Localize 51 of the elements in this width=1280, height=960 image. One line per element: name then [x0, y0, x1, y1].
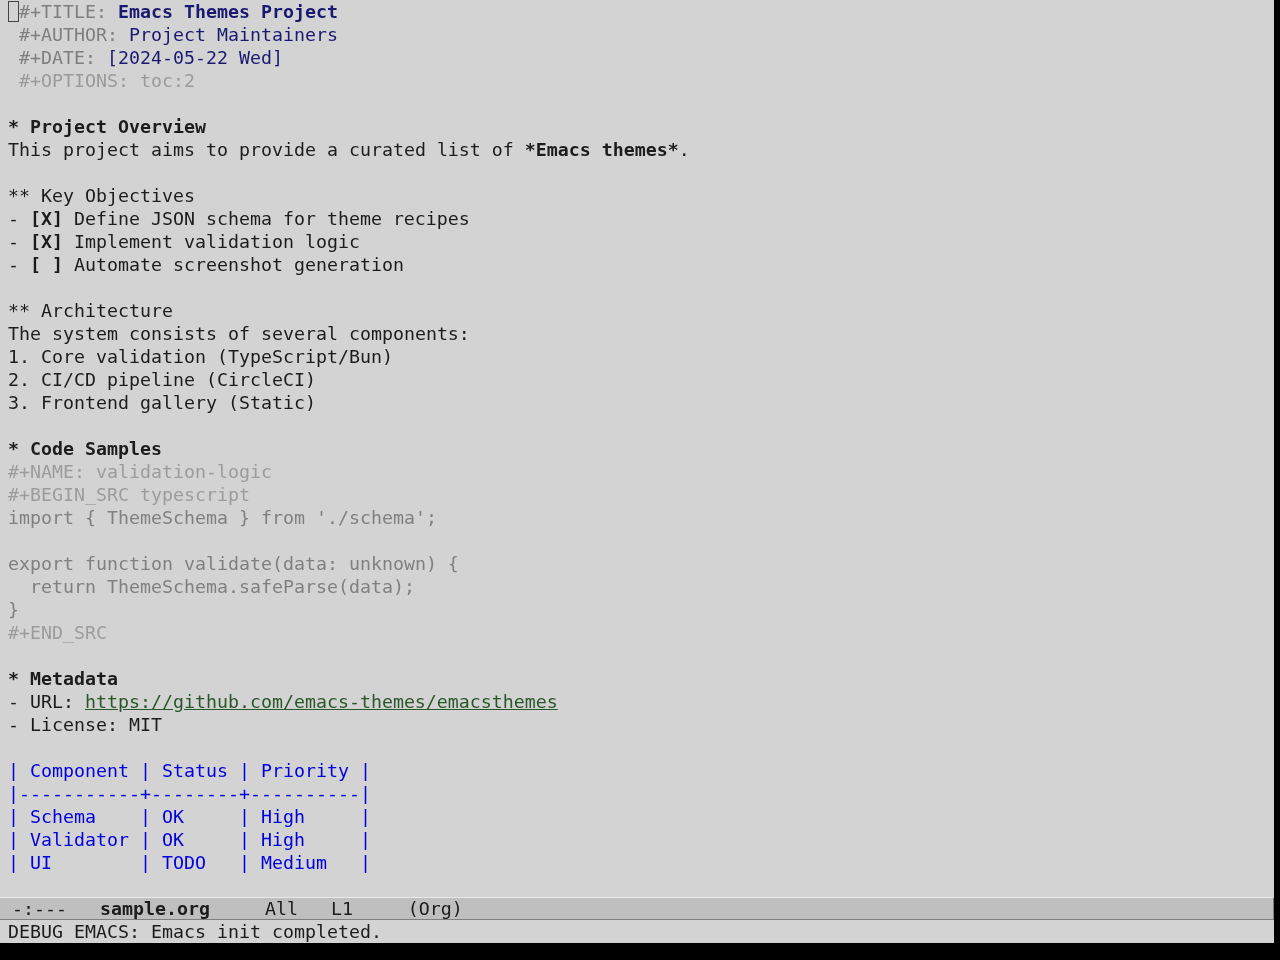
- outline-heading: ** Architecture: [8, 299, 173, 322]
- buffer-name: sample.org: [99, 898, 210, 919]
- code-line: return ThemeSchema.safeParse(data);: [29, 575, 415, 598]
- modified-status: -:---: [12, 898, 67, 919]
- field-label: URL:: [30, 691, 74, 712]
- major-mode: (Org): [407, 898, 463, 919]
- keyword: #+OPTIONS:: [19, 70, 129, 91]
- checkbox-marker: [ ]: [30, 254, 63, 275]
- keyword: #+AUTHOR:: [19, 24, 118, 45]
- cursor-icon: [8, 1, 19, 22]
- checkbox-marker: [X]: [30, 208, 63, 229]
- list-bullet: -: [8, 254, 19, 275]
- list-number: 3.: [8, 392, 30, 413]
- list-item-text: Automate screenshot generation: [73, 254, 404, 275]
- table-row: | Validator | OK | High |: [8, 828, 371, 851]
- code-line: export function validate(data: unknown) {: [8, 552, 459, 575]
- outline-heading: * Metadata: [8, 667, 118, 690]
- table-header-row: | Component | Status | Priority |: [8, 759, 371, 782]
- list-item-text: Define JSON schema for theme recipes: [73, 208, 470, 229]
- keyword: #+DATE:: [19, 47, 96, 68]
- checkbox-marker: [X]: [30, 231, 63, 252]
- outline-heading: ** Key Objectives: [8, 184, 195, 207]
- table-row: | UI | TODO | Medium |: [8, 851, 371, 874]
- code-line: import { ThemeSchema } from './schema';: [8, 506, 437, 529]
- echo-message: DEBUG EMACS: Emacs init completed.: [8, 921, 382, 942]
- list-bullet: -: [8, 714, 19, 735]
- keyword: #+TITLE:: [19, 1, 107, 22]
- list-number: 2.: [8, 369, 30, 390]
- list-bullet: -: [8, 208, 19, 229]
- code-line: }: [8, 598, 19, 621]
- list-number: 1.: [8, 346, 30, 367]
- outline-heading: * Code Samples: [8, 437, 162, 460]
- keyword-value: Project Maintainers: [128, 24, 338, 45]
- line-number: L1: [330, 898, 353, 919]
- list-item-text: Implement validation logic: [73, 231, 360, 252]
- list-bullet: -: [8, 691, 19, 712]
- keyword-value: [2024-05-22 Wed]: [106, 47, 283, 68]
- table-row: | Schema | OK | High |: [8, 805, 371, 828]
- keyword-value: Emacs Themes Project: [117, 1, 338, 22]
- outline-heading: * Project Overview: [8, 115, 206, 138]
- list-bullet: -: [8, 231, 19, 252]
- list-item-text: Core validation (TypeScript/Bun): [41, 346, 393, 367]
- url-link[interactable]: https://github.com/emacs-themes/emacsthemes: [84, 691, 558, 712]
- scroll-position: All: [264, 898, 298, 919]
- keyword-value: toc:2: [139, 70, 195, 91]
- list-item-text: License: MIT: [30, 714, 162, 735]
- list-item-text: CI/CD pipeline (CircleCI): [41, 369, 316, 390]
- paragraph: This project aims to provide a curated list of *Emacs themes*.: [8, 138, 690, 161]
- paragraph: The system consists of several components:: [8, 322, 470, 345]
- table-rule: |-----------+--------+----------|: [8, 782, 371, 805]
- list-item-text: Frontend gallery (Static): [41, 392, 316, 413]
